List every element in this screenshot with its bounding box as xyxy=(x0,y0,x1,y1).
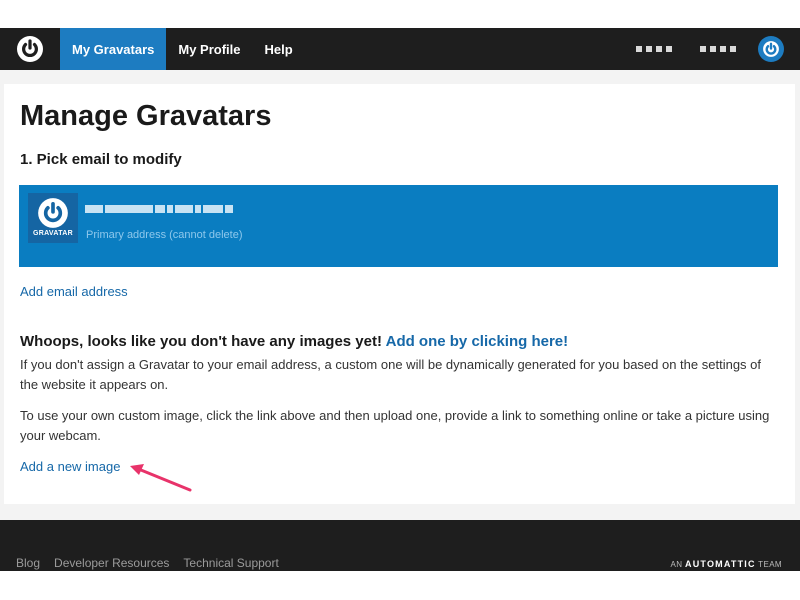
primary-address-note: Primary address (cannot delete) xyxy=(86,229,243,241)
email-avatar: GRAVATAR xyxy=(28,193,78,243)
gravatar-logo-icon xyxy=(38,198,68,228)
footer-links: Blog Developer Resources Technical Suppo… xyxy=(16,556,279,570)
user-avatar-icon xyxy=(758,36,784,62)
nav-tab-my-gravatars[interactable]: My Gravatars xyxy=(60,28,167,70)
info-paragraph-1: If you don't assign a Gravatar to your e… xyxy=(20,357,761,392)
footer-link-blog[interactable]: Blog xyxy=(16,556,40,570)
add-email-link[interactable]: Add email address xyxy=(20,284,128,299)
add-one-link[interactable]: Add one by clicking here! xyxy=(386,333,569,350)
step-heading: 1. Pick email to modify xyxy=(20,151,182,168)
brand-prefix: AN xyxy=(670,560,683,569)
no-images-text: Whoops, looks like you don't have any im… xyxy=(20,333,382,350)
annotation-arrow-icon xyxy=(130,464,192,492)
footer-link-developer-resources[interactable]: Developer Resources xyxy=(54,556,169,570)
automattic-brand: AN AUTOMATTIC TEAM xyxy=(670,559,782,569)
brand-name: AUTOMATTIC xyxy=(685,559,756,569)
brand-suffix: TEAM xyxy=(758,560,782,569)
info-paragraph-2: To use your own custom image, click the … xyxy=(20,408,770,443)
top-nav-bar: My Gravatars My Profile Help xyxy=(0,28,800,70)
gravatar-logo-icon xyxy=(17,36,43,62)
email-item-selected[interactable]: GRAVATAR xyxy=(19,185,778,267)
gravatar-logo[interactable] xyxy=(0,28,60,70)
redacted-email-address xyxy=(85,205,233,213)
footer-link-technical-support[interactable]: Technical Support xyxy=(183,556,278,570)
no-images-heading: Whoops, looks like you don't have any im… xyxy=(20,333,568,350)
redacted-username xyxy=(636,28,736,70)
nav-tab-help[interactable]: Help xyxy=(253,28,305,70)
add-new-image-link[interactable]: Add a new image xyxy=(20,459,120,474)
user-avatar-button[interactable] xyxy=(750,28,792,70)
email-avatar-brand: GRAVATAR xyxy=(33,230,73,237)
page-title: Manage Gravatars xyxy=(20,100,272,132)
nav-tab-my-profile[interactable]: My Profile xyxy=(166,28,252,70)
